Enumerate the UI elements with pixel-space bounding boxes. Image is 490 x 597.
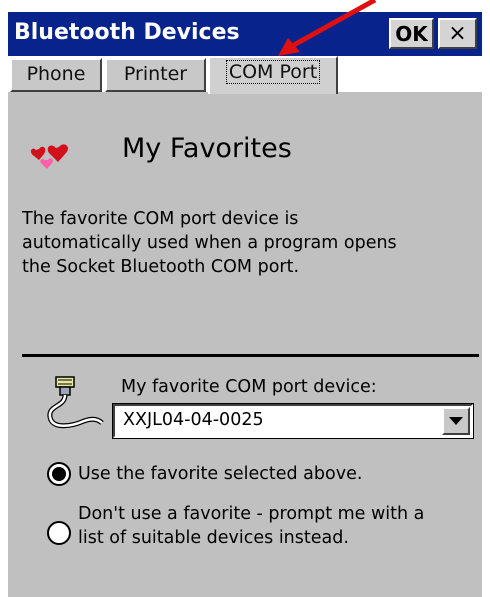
favorite-device-dropdown[interactable]: XXJL04-04-0025	[112, 403, 474, 439]
hearts-icon	[30, 144, 69, 169]
description-line: automatically used when a program opens	[22, 233, 397, 253]
heading: My Favorites	[122, 133, 292, 164]
use-favorite-radio[interactable]	[47, 462, 71, 486]
separator	[22, 354, 479, 357]
description: The favorite COM port device is automati…	[22, 207, 474, 279]
ok-button[interactable]: OK	[389, 18, 434, 49]
bluetooth-devices-window: Bluetooth Devices OK × Phone Printer COM…	[8, 12, 482, 597]
description-line: The favorite COM port device is	[22, 209, 299, 229]
com-port-panel: My Favorites The favorite COM port devic…	[8, 92, 482, 597]
description-line: the Socket Bluetooth COM port.	[22, 257, 300, 277]
dropdown-arrow-button[interactable]	[442, 407, 470, 435]
use-favorite-label[interactable]: Use the favorite selected above.	[78, 462, 362, 486]
tab-printer[interactable]: Printer	[105, 58, 206, 92]
tab-com-port[interactable]: COM Port	[208, 56, 338, 94]
serial-cable-icon	[47, 376, 104, 429]
prompt-me-text-line: Don't use a favorite - prompt me with a	[78, 504, 425, 524]
tab-phone[interactable]: Phone	[10, 58, 102, 92]
favorite-device-value: XXJL04-04-0025	[123, 410, 264, 430]
prompt-me-text-line: list of suitable devices instead.	[78, 528, 349, 548]
prompt-me-label[interactable]: Don't use a favorite - prompt me with a …	[78, 502, 424, 550]
title-bar: Bluetooth Devices OK ×	[8, 12, 482, 56]
favorite-device-label: My favorite COM port device:	[121, 377, 377, 397]
chevron-down-icon	[449, 416, 463, 425]
window-title: Bluetooth Devices	[14, 20, 240, 45]
tab-com-port-label: COM Port	[225, 60, 321, 84]
use-favorite-text: Use the favorite selected above.	[78, 464, 363, 484]
prompt-me-radio[interactable]	[47, 521, 71, 545]
close-button[interactable]: ×	[438, 18, 477, 49]
tab-strip: Phone Printer COM Port	[8, 56, 482, 94]
